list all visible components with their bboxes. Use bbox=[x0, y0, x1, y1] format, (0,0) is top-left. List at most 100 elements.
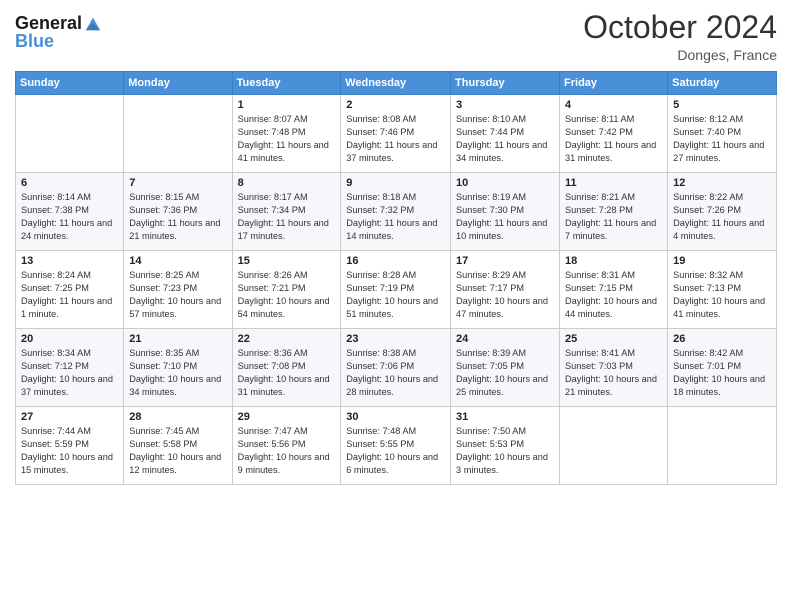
day-info: Sunrise: 8:14 AM Sunset: 7:38 PM Dayligh… bbox=[21, 191, 118, 243]
day-number: 3 bbox=[456, 99, 554, 111]
table-row: 15 Sunrise: 8:26 AM Sunset: 7:21 PM Dayli… bbox=[232, 251, 341, 329]
day-info: Sunrise: 8:22 AM Sunset: 7:26 PM Dayligh… bbox=[673, 191, 771, 243]
title-block: October 2024 Donges, France bbox=[583, 10, 777, 63]
location: Donges, France bbox=[583, 47, 777, 63]
day-info: Sunrise: 8:21 AM Sunset: 7:28 PM Dayligh… bbox=[565, 191, 662, 243]
weekday-header-row: Sunday Monday Tuesday Wednesday Thursday… bbox=[16, 72, 777, 95]
day-number: 8 bbox=[238, 177, 336, 189]
day-info: Sunrise: 8:10 AM Sunset: 7:44 PM Dayligh… bbox=[456, 113, 554, 165]
day-info: Sunrise: 8:12 AM Sunset: 7:40 PM Dayligh… bbox=[673, 113, 771, 165]
header-thursday: Thursday bbox=[451, 72, 560, 95]
day-number: 19 bbox=[673, 255, 771, 267]
day-number: 26 bbox=[673, 333, 771, 345]
day-number: 23 bbox=[346, 333, 445, 345]
day-number: 24 bbox=[456, 333, 554, 345]
day-number: 16 bbox=[346, 255, 445, 267]
calendar-page: General Blue October 2024 Donges, France… bbox=[0, 0, 792, 612]
table-row: 31 Sunrise: 7:50 AM Sunset: 5:53 PM Dayli… bbox=[451, 407, 560, 485]
day-info: Sunrise: 8:29 AM Sunset: 7:17 PM Dayligh… bbox=[456, 269, 554, 321]
day-number: 30 bbox=[346, 411, 445, 423]
day-number: 9 bbox=[346, 177, 445, 189]
table-row: 8 Sunrise: 8:17 AM Sunset: 7:34 PM Daylig… bbox=[232, 173, 341, 251]
logo: General Blue bbox=[15, 14, 102, 52]
logo-text-line2: Blue bbox=[15, 32, 54, 52]
day-info: Sunrise: 8:36 AM Sunset: 7:08 PM Dayligh… bbox=[238, 347, 336, 399]
table-row: 5Sunrise: 8:12 AM Sunset: 7:40 PM Daylig… bbox=[668, 95, 777, 173]
day-number: 15 bbox=[238, 255, 336, 267]
day-info: Sunrise: 8:25 AM Sunset: 7:23 PM Dayligh… bbox=[129, 269, 226, 321]
month-title: October 2024 bbox=[583, 10, 777, 45]
day-info: Sunrise: 7:50 AM Sunset: 5:53 PM Dayligh… bbox=[456, 425, 554, 477]
header-monday: Monday bbox=[124, 72, 232, 95]
day-info: Sunrise: 8:18 AM Sunset: 7:32 PM Dayligh… bbox=[346, 191, 445, 243]
table-row: 23Sunrise: 8:38 AM Sunset: 7:06 PM Dayli… bbox=[341, 329, 451, 407]
day-info: Sunrise: 8:41 AM Sunset: 7:03 PM Dayligh… bbox=[565, 347, 662, 399]
day-number: 29 bbox=[238, 411, 336, 423]
table-row bbox=[16, 95, 124, 173]
day-number: 20 bbox=[21, 333, 118, 345]
day-number: 4 bbox=[565, 99, 662, 111]
day-number: 18 bbox=[565, 255, 662, 267]
day-info: Sunrise: 8:34 AM Sunset: 7:12 PM Dayligh… bbox=[21, 347, 118, 399]
logo-icon bbox=[84, 14, 102, 32]
day-number: 13 bbox=[21, 255, 118, 267]
table-row bbox=[560, 407, 668, 485]
day-info: Sunrise: 8:19 AM Sunset: 7:30 PM Dayligh… bbox=[456, 191, 554, 243]
day-info: Sunrise: 8:28 AM Sunset: 7:19 PM Dayligh… bbox=[346, 269, 445, 321]
day-info: Sunrise: 7:47 AM Sunset: 5:56 PM Dayligh… bbox=[238, 425, 336, 477]
day-number: 31 bbox=[456, 411, 554, 423]
table-row: 18 Sunrise: 8:31 AM Sunset: 7:15 PM Dayli… bbox=[560, 251, 668, 329]
table-row: 9 Sunrise: 8:18 AM Sunset: 7:32 PM Daylig… bbox=[341, 173, 451, 251]
table-row: 6Sunrise: 8:14 AM Sunset: 7:38 PM Daylig… bbox=[16, 173, 124, 251]
table-row: 3 Sunrise: 8:10 AM Sunset: 7:44 PM Daylig… bbox=[451, 95, 560, 173]
day-info: Sunrise: 8:24 AM Sunset: 7:25 PM Dayligh… bbox=[21, 269, 118, 321]
day-info: Sunrise: 8:26 AM Sunset: 7:21 PM Dayligh… bbox=[238, 269, 336, 321]
table-row: 30 Sunrise: 7:48 AM Sunset: 5:55 PM Dayli… bbox=[341, 407, 451, 485]
day-info: Sunrise: 8:07 AM Sunset: 7:48 PM Dayligh… bbox=[238, 113, 336, 165]
day-info: Sunrise: 8:11 AM Sunset: 7:42 PM Dayligh… bbox=[565, 113, 662, 165]
day-number: 27 bbox=[21, 411, 118, 423]
table-row: 20 Sunrise: 8:34 AM Sunset: 7:12 PM Dayli… bbox=[16, 329, 124, 407]
day-info: Sunrise: 8:42 AM Sunset: 7:01 PM Dayligh… bbox=[673, 347, 771, 399]
day-number: 25 bbox=[565, 333, 662, 345]
table-row: 11 Sunrise: 8:21 AM Sunset: 7:28 PM Dayli… bbox=[560, 173, 668, 251]
table-row: 12 Sunrise: 8:22 AM Sunset: 7:26 PM Dayli… bbox=[668, 173, 777, 251]
day-number: 14 bbox=[129, 255, 226, 267]
header-wednesday: Wednesday bbox=[341, 72, 451, 95]
day-number: 10 bbox=[456, 177, 554, 189]
table-row: 4 Sunrise: 8:11 AM Sunset: 7:42 PM Daylig… bbox=[560, 95, 668, 173]
header: General Blue October 2024 Donges, France bbox=[15, 10, 777, 63]
day-info: Sunrise: 7:45 AM Sunset: 5:58 PM Dayligh… bbox=[129, 425, 226, 477]
day-number: 21 bbox=[129, 333, 226, 345]
header-tuesday: Tuesday bbox=[232, 72, 341, 95]
calendar-table: Sunday Monday Tuesday Wednesday Thursday… bbox=[15, 71, 777, 485]
day-info: Sunrise: 8:35 AM Sunset: 7:10 PM Dayligh… bbox=[129, 347, 226, 399]
header-friday: Friday bbox=[560, 72, 668, 95]
header-saturday: Saturday bbox=[668, 72, 777, 95]
calendar-week-row: 13 Sunrise: 8:24 AM Sunset: 7:25 PM Dayli… bbox=[16, 251, 777, 329]
day-number: 1 bbox=[238, 99, 336, 111]
calendar-week-row: 20 Sunrise: 8:34 AM Sunset: 7:12 PM Dayli… bbox=[16, 329, 777, 407]
table-row: 28Sunrise: 7:45 AM Sunset: 5:58 PM Dayli… bbox=[124, 407, 232, 485]
day-number: 12 bbox=[673, 177, 771, 189]
day-info: Sunrise: 8:08 AM Sunset: 7:46 PM Dayligh… bbox=[346, 113, 445, 165]
day-info: Sunrise: 8:31 AM Sunset: 7:15 PM Dayligh… bbox=[565, 269, 662, 321]
table-row: 19 Sunrise: 8:32 AM Sunset: 7:13 PM Dayli… bbox=[668, 251, 777, 329]
day-number: 11 bbox=[565, 177, 662, 189]
day-number: 7 bbox=[129, 177, 226, 189]
table-row: 17Sunrise: 8:29 AM Sunset: 7:17 PM Dayli… bbox=[451, 251, 560, 329]
table-row: 29 Sunrise: 7:47 AM Sunset: 5:56 PM Dayli… bbox=[232, 407, 341, 485]
table-row: 13 Sunrise: 8:24 AM Sunset: 7:25 PM Dayli… bbox=[16, 251, 124, 329]
day-info: Sunrise: 8:32 AM Sunset: 7:13 PM Dayligh… bbox=[673, 269, 771, 321]
day-info: Sunrise: 8:17 AM Sunset: 7:34 PM Dayligh… bbox=[238, 191, 336, 243]
day-info: Sunrise: 8:39 AM Sunset: 7:05 PM Dayligh… bbox=[456, 347, 554, 399]
calendar-week-row: 27Sunrise: 7:44 AM Sunset: 5:59 PM Dayli… bbox=[16, 407, 777, 485]
table-row: 26 Sunrise: 8:42 AM Sunset: 7:01 PM Dayli… bbox=[668, 329, 777, 407]
day-info: Sunrise: 7:48 AM Sunset: 5:55 PM Dayligh… bbox=[346, 425, 445, 477]
calendar-week-row: 6Sunrise: 8:14 AM Sunset: 7:38 PM Daylig… bbox=[16, 173, 777, 251]
table-row: 16 Sunrise: 8:28 AM Sunset: 7:19 PM Dayli… bbox=[341, 251, 451, 329]
table-row: 1 Sunrise: 8:07 AM Sunset: 7:48 PM Daylig… bbox=[232, 95, 341, 173]
table-row: 7Sunrise: 8:15 AM Sunset: 7:36 PM Daylig… bbox=[124, 173, 232, 251]
table-row: 14 Sunrise: 8:25 AM Sunset: 7:23 PM Dayli… bbox=[124, 251, 232, 329]
table-row bbox=[668, 407, 777, 485]
